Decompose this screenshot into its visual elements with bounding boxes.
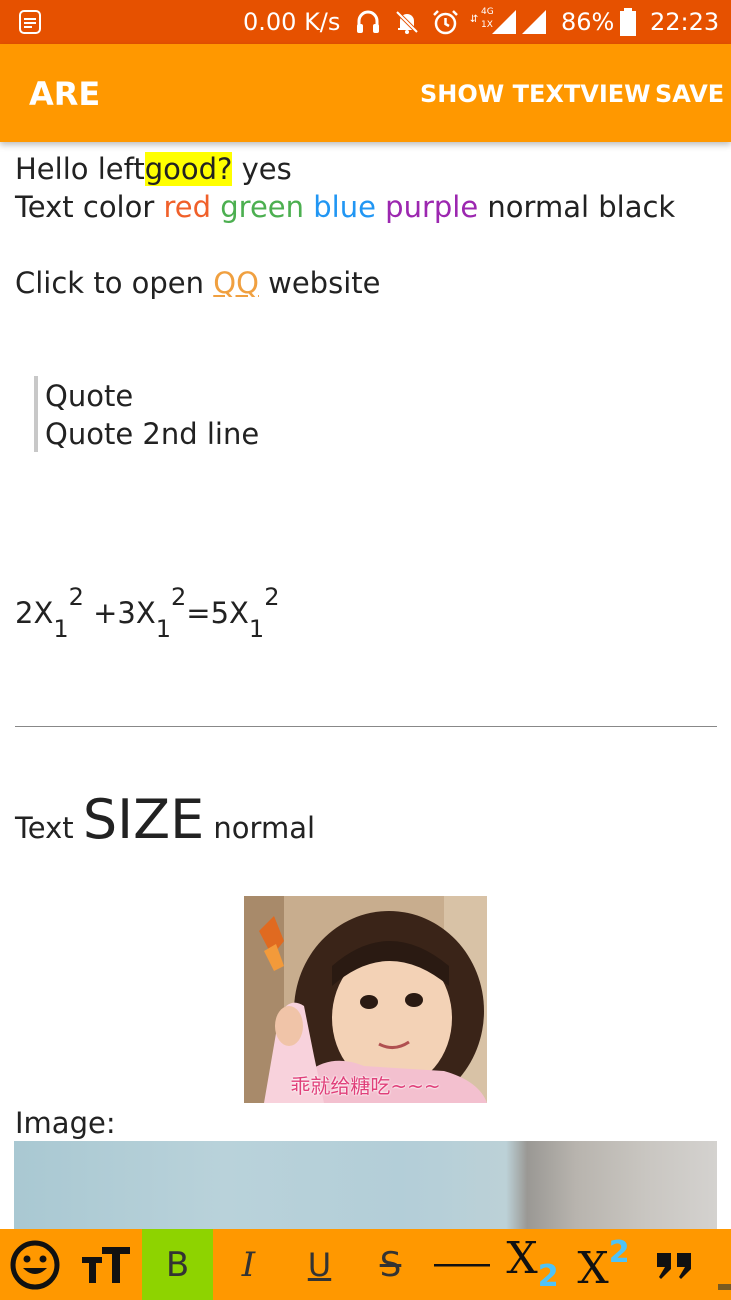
subscript-num: 2 (537, 1259, 559, 1294)
link-line-pre: Click to open (15, 266, 214, 300)
red-text: red (163, 190, 212, 224)
bell-off-icon (395, 10, 419, 34)
app-title: ARE (29, 75, 101, 113)
underline-label: U (307, 1245, 332, 1284)
purple-text: purple (385, 190, 479, 224)
normal-black-text: normal black (487, 190, 676, 224)
wide-image (14, 1141, 717, 1229)
signal-icon-2 (522, 10, 546, 34)
bold-label: B (165, 1244, 190, 1285)
image-label: Image: (15, 1106, 116, 1140)
signal-icon-1 (492, 10, 516, 34)
emoji-icon (10, 1240, 60, 1289)
qq-link[interactable]: QQ (213, 266, 259, 300)
formula-sub-2: 1 (155, 615, 172, 643)
bold-button[interactable]: B (142, 1229, 213, 1300)
formula-term-1: 2X (15, 596, 54, 630)
formula-line: 2X12 +3X12=5X12 (15, 578, 279, 648)
horizontal-rule (15, 726, 717, 727)
superscript-button[interactable]: X 2 (568, 1229, 639, 1300)
quote-line-2: Quote 2nd line (45, 417, 260, 451)
rich-text-editor[interactable]: Hello leftgood? yes Text color red green… (0, 142, 731, 1229)
battery-icon (620, 8, 636, 36)
highlighted-text: good? (144, 152, 233, 186)
formula-sup-2: 2 (171, 583, 187, 611)
color-line: Text color red green blue purple normal … (15, 188, 675, 226)
formula-sub-3: 1 (248, 615, 265, 643)
link-line-post: website (258, 266, 381, 300)
formula-sup-1: 2 (68, 583, 84, 611)
highlight-line: Hello leftgood? yes (15, 150, 292, 188)
blue-text: blue (313, 190, 376, 224)
alarm-clock-icon (433, 10, 458, 35)
text-size-line: Text SIZE normal (15, 793, 316, 854)
underline-button[interactable]: U (284, 1229, 355, 1300)
horizontal-rule-icon (433, 1263, 490, 1266)
font-size-icon (82, 1246, 130, 1283)
link-line: Click to open QQ website (15, 264, 380, 302)
formula-term-3: =5X (186, 596, 249, 630)
superscript-base: X (577, 1243, 609, 1294)
status-bar: 0.00 K/s ⇵ 4G 1X 86% 22:23 (0, 0, 731, 44)
battery-percent: 86% (561, 8, 615, 36)
clock-time: 22:23 (650, 8, 720, 36)
strikethrough-button[interactable]: S (355, 1229, 426, 1300)
photo-caption: 乖就给糖吃~~~ (290, 1074, 441, 1098)
formula-sub-1: 1 (53, 615, 69, 643)
formula-sup-3: 2 (264, 583, 280, 611)
font-size-button[interactable] (70, 1229, 142, 1300)
horizontal-rule-button[interactable] (426, 1229, 497, 1300)
format-toolbar: B I U S X 2 X 2 (0, 1229, 731, 1300)
scroll-indicator (718, 1284, 731, 1290)
subscript-button[interactable]: X 2 (497, 1229, 568, 1300)
color-line-pre: Text color (15, 190, 164, 224)
quote-bar (34, 376, 38, 452)
subscript-base: X (506, 1233, 538, 1284)
quote-button[interactable] (639, 1229, 710, 1300)
text-size-big: SIZE (82, 788, 205, 851)
quote-line-1: Quote (45, 379, 134, 413)
notes-app-icon (19, 10, 41, 34)
child-photo: 乖就给糖吃~~~ (244, 896, 487, 1103)
network-speed: 0.00 K/s (243, 8, 341, 36)
italic-label: I (241, 1244, 256, 1285)
app-bar: ARE SHOW TEXTVIEW SAVE (0, 44, 731, 142)
save-button[interactable]: SAVE (655, 78, 724, 110)
highlight-line-pre: Hello left (15, 152, 145, 186)
headphones-icon (357, 10, 379, 33)
italic-button[interactable]: I (213, 1229, 284, 1300)
emoji-button[interactable] (0, 1229, 70, 1300)
quote-icon (656, 1252, 691, 1279)
text-size-pre: Text (15, 811, 83, 845)
text-size-post: normal (204, 811, 316, 845)
data-arrows-icon: ⇵ (470, 14, 479, 25)
strikethrough-label: S (379, 1244, 402, 1285)
show-textview-button[interactable]: SHOW TEXTVIEW (420, 78, 651, 110)
green-text: green (220, 190, 305, 224)
formula-term-2: +3X (83, 596, 156, 630)
highlight-line-post: yes (232, 152, 292, 186)
superscript-num: 2 (608, 1235, 630, 1270)
